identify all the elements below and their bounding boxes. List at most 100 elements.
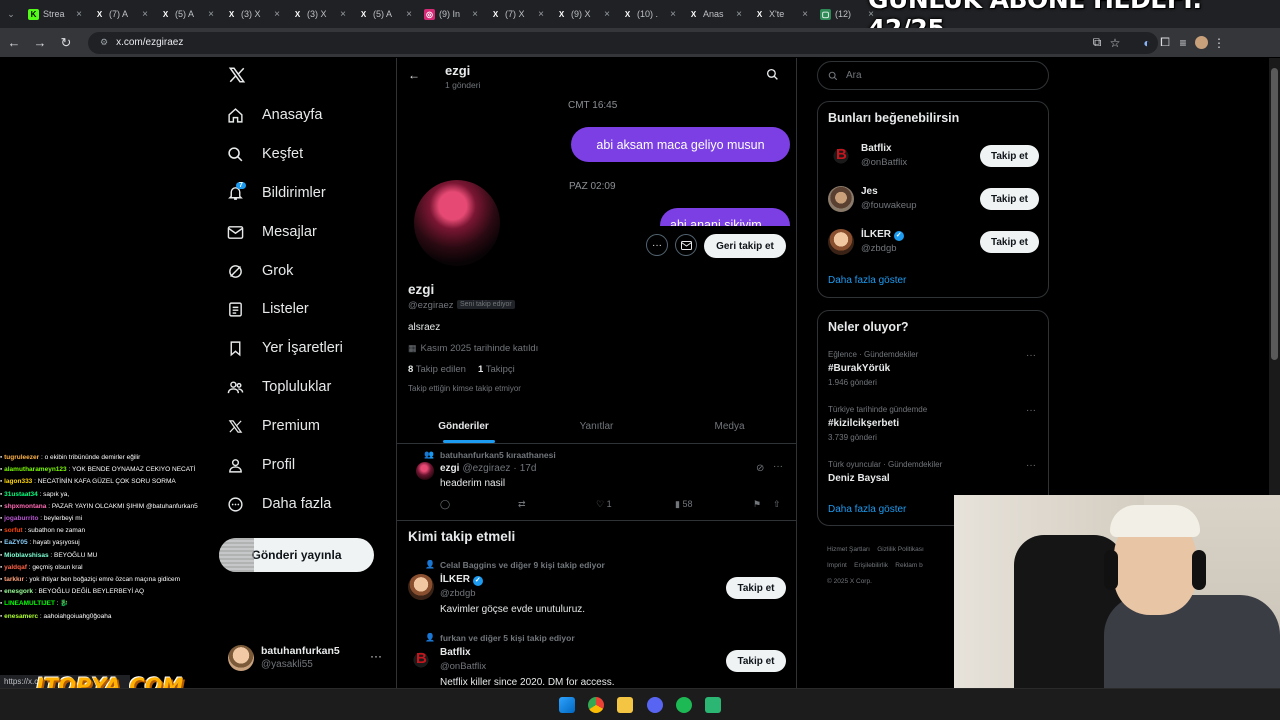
- close-icon[interactable]: ×: [802, 9, 808, 20]
- browser-tab[interactable]: K Strea ×: [22, 0, 88, 28]
- footer-accessibility[interactable]: Erişilebilirlik: [854, 562, 888, 569]
- browser-tab[interactable]: X (3) X ×: [220, 0, 286, 28]
- install-icon[interactable]: ⧉: [1088, 34, 1106, 52]
- avatar[interactable]: [828, 186, 854, 212]
- nav-item-anasayfa[interactable]: Anasayfa: [222, 97, 322, 133]
- browser-tab[interactable]: ◎ (9) In ×: [418, 0, 484, 28]
- reply-icon[interactable]: ◯: [440, 499, 450, 510]
- tab-search-icon[interactable]: ⌄: [0, 0, 22, 28]
- nav-item-grok[interactable]: Grok: [222, 253, 293, 289]
- suggestion-item[interactable]: Jes @fouwakeup Takip et: [818, 184, 1050, 224]
- close-icon[interactable]: ×: [670, 9, 676, 20]
- site-info-icon[interactable]: ⚙: [100, 37, 108, 48]
- more-dots-icon[interactable]: ···: [1026, 460, 1036, 471]
- profile-avatar[interactable]: [414, 180, 500, 266]
- nav-item-premium[interactable]: Premium: [222, 408, 320, 444]
- bookmark-icon[interactable]: ⚑: [753, 499, 761, 510]
- tab-media[interactable]: Medya: [663, 408, 796, 444]
- nav-item-bildirimler[interactable]: 7 Bildirimler: [222, 175, 326, 211]
- nav-item-yer-i-şaretleri[interactable]: Yer İşaretleri: [222, 330, 343, 366]
- suggest-name[interactable]: Jes: [861, 186, 878, 197]
- post-community[interactable]: batuhanfurkan5 kıraathanesi: [440, 450, 556, 460]
- like-button[interactable]: ♡ 1: [596, 499, 612, 510]
- close-icon[interactable]: ×: [142, 9, 148, 20]
- back-arrow-icon[interactable]: ←: [2, 31, 26, 55]
- views-button[interactable]: ▮ 58: [675, 499, 692, 510]
- browser-tab[interactable]: X (3) X ×: [286, 0, 352, 28]
- chrome-icon[interactable]: [588, 697, 604, 713]
- repost-icon[interactable]: ⇄: [518, 499, 526, 510]
- browser-tab[interactable]: X Anas ×: [682, 0, 748, 28]
- url-bar[interactable]: ⚙ x.com/ezgiraez: [88, 31, 1158, 54]
- suggest-name[interactable]: İLKER ✓: [440, 574, 483, 586]
- browser-tab[interactable]: X X'te ×: [748, 0, 814, 28]
- follow-button[interactable]: Takip et: [726, 577, 786, 599]
- footer-privacy[interactable]: Gizlilik Politikası: [877, 546, 924, 553]
- follow-button[interactable]: Takip et: [726, 650, 786, 672]
- tab-posts[interactable]: Gönderiler: [397, 408, 530, 444]
- message-icon[interactable]: [675, 234, 697, 256]
- browser-tab[interactable]: X (9) X ×: [550, 0, 616, 28]
- nav-item-topluluklar[interactable]: Topluluklar: [222, 369, 331, 405]
- profile-avatar-icon[interactable]: [1192, 34, 1210, 52]
- trend-item[interactable]: Türkiye tarihinde gündemde #kizilcikşerb…: [828, 405, 1040, 455]
- discord-icon[interactable]: [647, 697, 663, 713]
- menu-kebab-icon[interactable]: ⋮: [1210, 34, 1228, 52]
- nav-item-daha-fazla[interactable]: Daha fazla: [222, 486, 331, 522]
- avatar[interactable]: B: [408, 647, 434, 673]
- footer-imprint[interactable]: Imprint: [827, 562, 847, 569]
- more-dots-icon[interactable]: ···: [646, 234, 668, 256]
- suggest-name[interactable]: İLKER ✓: [861, 229, 904, 241]
- nav-item-keşfet[interactable]: Keşfet: [222, 136, 303, 172]
- avatar[interactable]: [408, 574, 434, 600]
- x-logo-icon[interactable]: [228, 66, 248, 86]
- nav-item-mesajlar[interactable]: Mesajlar: [222, 214, 317, 250]
- show-more-link[interactable]: Daha fazla göster: [828, 275, 906, 286]
- post-author-name[interactable]: ezgi: [440, 463, 459, 474]
- media-icon[interactable]: ≡: [1174, 34, 1192, 52]
- follow-button[interactable]: Takip et: [980, 231, 1039, 253]
- more-dots-icon[interactable]: ···: [370, 649, 382, 663]
- browser-tab[interactable]: X (5) A ×: [154, 0, 220, 28]
- spotify-icon[interactable]: [676, 697, 692, 713]
- follow-back-button[interactable]: Geri takip et: [704, 234, 786, 258]
- puzzle-icon[interactable]: ⧠: [1156, 34, 1174, 52]
- browser-tab[interactable]: X (10) . ×: [616, 0, 682, 28]
- extension-icon[interactable]: ◐: [1138, 34, 1156, 52]
- search-input[interactable]: Ara: [846, 70, 862, 81]
- suggest-name[interactable]: Batflix: [861, 143, 892, 154]
- close-icon[interactable]: ×: [736, 9, 742, 20]
- reload-icon[interactable]: ↻: [54, 31, 78, 55]
- app-icon[interactable]: [705, 697, 721, 713]
- suggestion-item[interactable]: İLKER ✓ @zbdgb Takip et: [818, 227, 1050, 267]
- avatar[interactable]: [828, 229, 854, 255]
- start-icon[interactable]: [559, 697, 575, 713]
- post-button[interactable]: Gönderi yayınla: [219, 538, 374, 572]
- more-dots-icon[interactable]: ···: [773, 461, 783, 472]
- close-icon[interactable]: ×: [538, 9, 544, 20]
- search-icon[interactable]: [766, 68, 780, 82]
- tab-replies[interactable]: Yanıtlar: [530, 408, 663, 444]
- footer-ads[interactable]: Reklam b: [895, 562, 922, 569]
- close-icon[interactable]: ×: [274, 9, 280, 20]
- forward-arrow-icon[interactable]: →: [28, 31, 52, 55]
- folder-icon[interactable]: [617, 697, 633, 713]
- post-card[interactable]: 👥 batuhanfurkan5 kıraathanesi ezgi @ezgi…: [397, 445, 796, 520]
- suggestion-item[interactable]: B Batflix @onBatflix Takip et: [818, 141, 1050, 181]
- more-dots-icon[interactable]: ···: [1026, 350, 1036, 361]
- more-dots-icon[interactable]: ···: [1026, 405, 1036, 416]
- browser-tab[interactable]: X (7) A ×: [88, 0, 154, 28]
- show-more-link[interactable]: Daha fazla göster: [828, 504, 906, 515]
- search-box[interactable]: Ara: [817, 61, 1049, 90]
- close-icon[interactable]: ×: [604, 9, 610, 20]
- who-to-follow-item[interactable]: 👤 Celal Baggins ve diğer 9 kişi takip ed…: [397, 558, 796, 628]
- trend-item[interactable]: Eğlence · Gündemdekiler #BurakYörük 1.94…: [828, 350, 1040, 400]
- post-avatar[interactable]: [416, 462, 434, 480]
- close-icon[interactable]: ×: [208, 9, 214, 20]
- close-icon[interactable]: ×: [340, 9, 346, 20]
- share-icon[interactable]: ⇧: [773, 499, 781, 510]
- star-icon[interactable]: ☆: [1106, 34, 1124, 52]
- close-icon[interactable]: ×: [472, 9, 478, 20]
- scrollbar-thumb[interactable]: [1271, 68, 1278, 360]
- grok-icon[interactable]: ⊘: [756, 463, 764, 474]
